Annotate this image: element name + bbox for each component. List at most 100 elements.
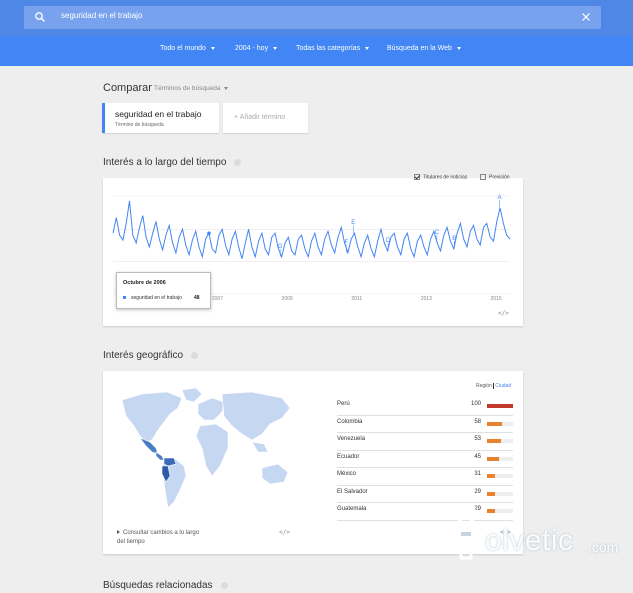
region-bar-fill xyxy=(487,456,499,461)
tooltip-date: Octubre de 2006 xyxy=(123,280,166,286)
search-input[interactable]: seguridad en el trabajo xyxy=(61,11,142,20)
watermark-suffix: .com xyxy=(588,539,619,555)
search-term-type: Término de búsqueda xyxy=(115,122,164,128)
chevron-down-icon xyxy=(223,86,228,90)
compare-title: Comparar xyxy=(103,82,152,94)
search-icon[interactable] xyxy=(34,11,46,23)
annotation-label[interactable]: F xyxy=(344,240,348,246)
region-name: Colombia xyxy=(337,418,363,425)
region-bar-fill xyxy=(487,491,495,496)
compare-type-label: Términos de búsqueda xyxy=(154,85,221,92)
search-term-name: seguridad en el trabajo xyxy=(115,109,202,119)
geo-heading: Interés geográfico xyxy=(103,350,199,361)
region-value: 29 xyxy=(474,488,481,495)
embed-code-icon[interactable]: </> xyxy=(279,529,290,536)
region-row[interactable]: Ecuador 45 xyxy=(337,451,513,468)
x-tick-label: 2013 xyxy=(421,296,432,302)
map-europe xyxy=(197,397,225,421)
filter-category-label: Todas las categorías xyxy=(296,45,361,52)
region-bar-track xyxy=(487,404,513,408)
hover-point[interactable] xyxy=(207,231,211,236)
region-bar-track xyxy=(487,456,513,461)
annotation-label[interactable]: C xyxy=(435,230,440,236)
filter-search-type-label: Búsqueda en la Web xyxy=(387,45,452,52)
related-title: Búsquedas relacionadas xyxy=(103,580,213,591)
geo-title: Interés geográfico xyxy=(103,350,184,361)
region-name: Ecuador xyxy=(337,453,360,460)
search-box[interactable]: seguridad en el trabajo xyxy=(24,6,601,29)
region-bar-track xyxy=(487,474,513,478)
embed-code-icon[interactable]: </> xyxy=(498,310,509,317)
region-name: Venezuela xyxy=(337,436,366,442)
toggle-city[interactable]: Ciudad xyxy=(495,383,511,389)
region-bar-track xyxy=(487,491,513,496)
chevron-down-icon xyxy=(365,46,370,50)
region-value: 53 xyxy=(474,436,481,442)
region-bar-fill xyxy=(487,474,496,478)
map-greenland xyxy=(181,387,203,403)
map-south-america xyxy=(161,457,187,509)
map-asia xyxy=(221,391,291,441)
x-tick-label: 2007 xyxy=(212,296,223,302)
map-southeast-asia xyxy=(251,441,269,453)
filter-category[interactable]: Todas las categorías xyxy=(296,45,370,52)
annotation-label[interactable]: E xyxy=(351,220,355,226)
world-map[interactable] xyxy=(112,386,297,516)
region-bar-track xyxy=(487,439,513,443)
annotation-label[interactable]: A xyxy=(498,195,502,201)
annotation-label[interactable]: B xyxy=(452,236,456,242)
x-tick-label: 2011 xyxy=(351,296,362,302)
region-bar-fill xyxy=(487,421,503,426)
region-name: El Salvador xyxy=(337,488,368,495)
region-name: Guatemala xyxy=(337,506,367,512)
filter-search-type[interactable]: Búsqueda en la Web xyxy=(387,45,461,52)
toggle-region[interactable]: Región xyxy=(476,383,494,389)
region-value: 58 xyxy=(474,418,481,425)
add-term-label: + Añadir término xyxy=(234,114,286,121)
interest-time-heading: Interés a lo largo del tiempo xyxy=(103,157,242,168)
region-row[interactable]: Colombia 58 xyxy=(337,416,513,433)
region-value: 45 xyxy=(474,453,481,460)
filter-region-label: Todo el mundo xyxy=(160,45,206,52)
region-value: 100 xyxy=(470,401,481,407)
region-bar-fill xyxy=(487,439,501,443)
consult-changes-label: Consultar cambios a lo largo del tiempo xyxy=(117,530,200,545)
close-icon[interactable] xyxy=(580,11,592,23)
filter-region[interactable]: Todo el mundo xyxy=(160,45,215,52)
tooltip-value: 48 xyxy=(194,294,200,301)
add-term-button[interactable]: + Añadir término xyxy=(223,103,308,133)
search-term-card[interactable]: seguridad en el trabajo Término de búsqu… xyxy=(102,103,219,133)
chart-tooltip: Octubre de 2006 seguridad en el trabajo … xyxy=(116,272,211,309)
chevron-down-icon xyxy=(210,46,215,50)
play-icon xyxy=(117,530,120,535)
map-australia xyxy=(261,463,289,485)
x-tick-label: 2009 xyxy=(282,296,293,302)
filter-time[interactable]: 2004 - hoy xyxy=(235,45,278,52)
tooltip-series: seguridad en el trabajo xyxy=(131,294,182,301)
annotation-label[interactable]: D xyxy=(386,238,391,244)
filter-bar: Todo el mundo 2004 - hoy Todas las categ… xyxy=(0,36,633,66)
help-icon[interactable] xyxy=(191,351,199,359)
series-line[interactable] xyxy=(112,200,511,259)
region-bar-fill xyxy=(487,404,513,408)
annotation-label[interactable]: G xyxy=(278,244,283,250)
series-color-swatch xyxy=(123,296,126,299)
watermark-text: olvetic xyxy=(485,524,574,557)
top-search-bar: seguridad en el trabajo xyxy=(0,0,633,36)
compare-type-dropdown[interactable]: Términos de búsqueda xyxy=(154,85,228,92)
region-name: México xyxy=(337,471,357,477)
region-row[interactable]: México 31 xyxy=(337,468,513,486)
consult-changes-link[interactable]: Consultar cambios a lo largo del tiempo xyxy=(117,529,207,547)
region-city-toggle[interactable]: Región Ciudad xyxy=(476,383,511,389)
region-row[interactable]: Perú 100 xyxy=(337,398,513,416)
region-row[interactable]: Venezuela 53 xyxy=(337,433,513,451)
chevron-down-icon xyxy=(456,46,461,50)
map-central-america xyxy=(155,451,165,461)
region-bar-track xyxy=(487,421,513,426)
solvetic-watermark: olvetic .com xyxy=(437,500,622,565)
map-africa xyxy=(195,423,229,477)
solvetic-logo-icon xyxy=(453,503,479,560)
help-icon[interactable] xyxy=(234,158,242,166)
help-icon[interactable] xyxy=(220,581,228,589)
interest-time-title: Interés a lo largo del tiempo xyxy=(103,157,227,168)
